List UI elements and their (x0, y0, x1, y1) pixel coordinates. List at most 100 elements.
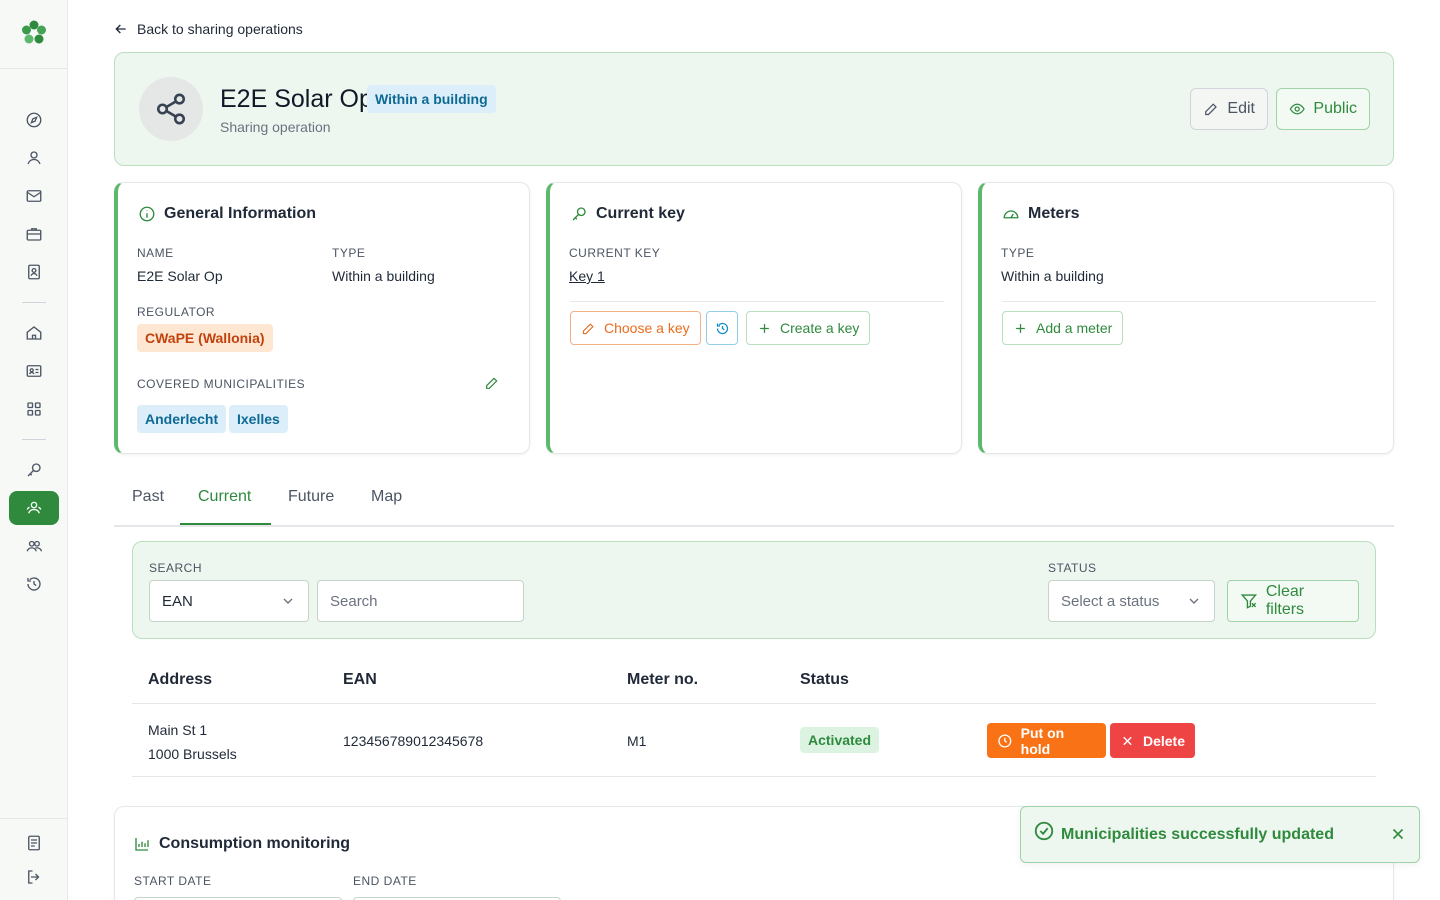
start-date-label: START DATE (134, 874, 212, 888)
create-key-label: Create a key (780, 320, 860, 336)
choose-key-button[interactable]: Choose a key (570, 311, 701, 345)
users-icon[interactable] (24, 498, 44, 518)
meter-type-value: Within a building (1001, 268, 1104, 284)
briefcase-icon[interactable] (24, 224, 44, 244)
public-button[interactable]: Public (1276, 88, 1370, 130)
ean-value: 123456789012345678 (343, 733, 484, 749)
column-header-ean[interactable]: EAN (343, 671, 377, 689)
edit-municipalities-icon[interactable] (484, 375, 504, 395)
current-key-label: CURRENT KEY (569, 246, 661, 260)
delete-button[interactable]: Delete (1110, 723, 1195, 758)
close-icon[interactable] (1389, 825, 1407, 843)
success-toast: Municipalities successfully updated (1020, 806, 1420, 863)
chevron-down-icon (1189, 598, 1199, 604)
edit-button-label: Edit (1227, 100, 1255, 117)
logout-icon[interactable] (24, 867, 44, 887)
filter-clear-icon (1240, 594, 1258, 609)
meter-no-value: M1 (627, 733, 647, 749)
history-icon (716, 322, 728, 334)
status-label: STATUS (1048, 561, 1097, 575)
check-circle-icon (1034, 821, 1054, 840)
add-meter-label: Add a meter (1036, 320, 1113, 336)
card-divider (1002, 301, 1376, 302)
id-card-icon[interactable] (24, 361, 44, 381)
sidebar-divider (0, 818, 68, 819)
pencil-icon (1205, 103, 1217, 116)
end-date-label: END DATE (353, 874, 417, 888)
search-field-value: EAN (162, 592, 193, 610)
search-field-select[interactable]: EAN (149, 580, 309, 622)
edit-button[interactable]: Edit (1190, 88, 1268, 130)
card-heading: Consumption monitoring (133, 835, 350, 853)
put-on-hold-button[interactable]: Put on hold (987, 723, 1106, 758)
search-input[interactable] (317, 580, 524, 622)
current-key-link[interactable]: Key 1 (569, 268, 605, 284)
add-meter-button[interactable]: Add a meter (1002, 311, 1124, 345)
search-label: SEARCH (149, 561, 203, 575)
user-icon[interactable] (24, 148, 44, 168)
name-label: NAME (137, 246, 174, 260)
group-icon[interactable] (24, 536, 44, 556)
page-subtitle: Sharing operation (220, 119, 331, 135)
card-title: General Information (164, 205, 317, 222)
back-link-label: Back to sharing operations (137, 21, 303, 37)
plus-icon (760, 323, 769, 333)
tab-map[interactable]: Map (371, 488, 402, 506)
meters-card: Meters TYPE Within a building Add a mete… (978, 182, 1394, 454)
column-header-status[interactable]: Status (800, 671, 849, 689)
table-header-divider (132, 703, 1376, 704)
sidebar-divider (22, 439, 46, 440)
operation-type-badge: Within a building (367, 85, 496, 113)
key-history-button[interactable] (706, 311, 738, 345)
grid-icon[interactable] (24, 399, 44, 419)
address-line-2: 1000 Brussels (148, 746, 237, 762)
operation-header: E2E Solar Op Within a building Sharing o… (114, 52, 1394, 166)
status-select-placeholder: Select a status (1061, 592, 1160, 610)
card-heading: Current key (570, 205, 685, 223)
general-information-card: General Information NAME E2E Solar Op TY… (114, 182, 530, 454)
period-tabs: Past Current Future Map (114, 470, 1394, 527)
clear-filters-label: Clear filters (1265, 583, 1305, 618)
delete-label: Delete (1142, 732, 1185, 749)
pencil-icon (582, 322, 594, 334)
status-select[interactable]: Select a status (1048, 580, 1215, 622)
clear-filters-button[interactable]: Clear filters (1227, 580, 1359, 622)
arrow-left-icon (115, 24, 126, 34)
current-key-card: Current key CURRENT KEY Key 1 Choose a k… (546, 182, 962, 454)
history-icon[interactable] (24, 574, 44, 594)
back-link[interactable]: Back to sharing operations (113, 21, 303, 37)
close-icon (1123, 736, 1132, 745)
column-header-address[interactable]: Address (148, 671, 212, 689)
bar-chart-icon (135, 838, 149, 851)
eye-icon (1289, 103, 1305, 115)
create-key-button[interactable]: Create a key (746, 311, 871, 345)
active-tab-indicator (180, 523, 271, 525)
compass-icon[interactable] (24, 110, 44, 130)
card-title: Consumption monitoring (159, 835, 351, 852)
contact-card-icon[interactable] (24, 262, 44, 282)
municipality-badge: Anderlecht (137, 405, 227, 433)
key-icon[interactable] (24, 460, 44, 480)
type-label: TYPE (332, 246, 366, 260)
meter-type-label: TYPE (1001, 246, 1035, 260)
municipality-badge: Ixelles (229, 405, 288, 433)
tab-current[interactable]: Current (198, 488, 251, 506)
public-button-label: Public (1313, 100, 1357, 117)
sidebar-divider (0, 68, 68, 69)
home-icon[interactable] (24, 323, 44, 343)
tab-future[interactable]: Future (288, 488, 334, 506)
choose-key-label: Choose a key (604, 320, 690, 336)
sidebar (0, 0, 68, 900)
table-row-divider (132, 776, 1376, 777)
app-logo[interactable] (20, 19, 48, 47)
column-header-meter-no[interactable]: Meter no. (627, 671, 698, 689)
clock-icon (998, 733, 1012, 748)
tab-past[interactable]: Past (132, 488, 164, 506)
card-divider (570, 301, 944, 302)
sidebar-divider (22, 302, 46, 303)
mail-icon[interactable] (24, 186, 44, 206)
toast-message: Municipalities successfully updated (1061, 825, 1334, 843)
document-icon[interactable] (24, 833, 44, 853)
key-icon (572, 207, 586, 221)
status-badge: Activated (800, 727, 880, 753)
